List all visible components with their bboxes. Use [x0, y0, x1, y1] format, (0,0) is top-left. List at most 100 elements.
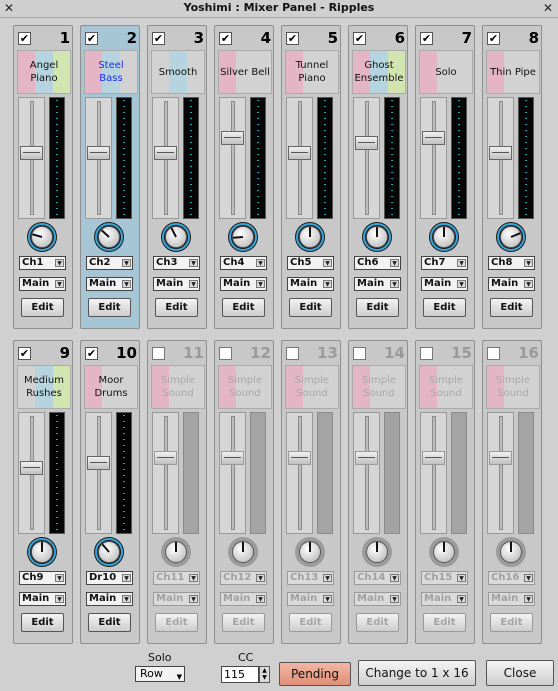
part-strip-7[interactable]: ✔ 7 Solo Ch7 ▼ Main ▼ Edit — [415, 25, 475, 329]
fader-handle[interactable] — [221, 131, 244, 145]
audio-output-select[interactable]: Main ▼ — [354, 277, 401, 291]
panning-knob[interactable] — [429, 537, 459, 567]
edit-button[interactable]: Edit — [356, 298, 399, 317]
panning-knob[interactable] — [27, 537, 57, 567]
midi-channel-select[interactable]: Ch8 ▼ — [488, 256, 535, 270]
title-bar[interactable]: ✕ Yoshimi : Mixer Panel - Ripples ✕ — [0, 0, 558, 18]
part-enable-checkbox[interactable]: ✔ — [420, 32, 433, 45]
midi-channel-select[interactable]: Ch16 ▼ — [488, 571, 535, 585]
part-strip-4[interactable]: ✔ 4 Silver Bell Ch4 ▼ Main ▼ Edit — [214, 25, 274, 329]
panning-knob[interactable] — [295, 222, 325, 252]
instrument-name-button[interactable]: Thin Pipe — [486, 50, 540, 94]
volume-fader[interactable] — [353, 412, 380, 534]
volume-fader[interactable] — [286, 412, 313, 534]
part-strip-12[interactable]: 12 Simple Sound Ch12 ▼ Main ▼ Edit — [214, 340, 274, 644]
midi-channel-select[interactable]: Ch1 ▼ — [19, 256, 66, 270]
volume-fader[interactable] — [18, 412, 45, 534]
part-enable-checkbox[interactable]: ✔ — [152, 32, 165, 45]
instrument-name-button[interactable]: Tunnel Piano — [285, 50, 339, 94]
audio-output-select[interactable]: Main ▼ — [153, 277, 200, 291]
midi-channel-select[interactable]: Dr10 ▼ — [86, 571, 133, 585]
cc-input[interactable]: 115 — [221, 666, 259, 683]
fader-handle[interactable] — [221, 451, 244, 465]
audio-output-select[interactable]: Main ▼ — [86, 592, 133, 606]
part-strip-11[interactable]: 11 Simple Sound Ch11 ▼ Main ▼ Edit — [147, 340, 207, 644]
audio-output-select[interactable]: Main ▼ — [421, 592, 468, 606]
midi-channel-select[interactable]: Ch9 ▼ — [19, 571, 66, 585]
fader-handle[interactable] — [154, 451, 177, 465]
part-enable-checkbox[interactable]: ✔ — [219, 32, 232, 45]
volume-fader[interactable] — [487, 97, 514, 219]
volume-fader[interactable] — [152, 412, 179, 534]
fader-handle[interactable] — [355, 136, 378, 150]
volume-fader[interactable] — [219, 97, 246, 219]
part-enable-checkbox[interactable] — [152, 347, 165, 360]
part-enable-checkbox[interactable] — [219, 347, 232, 360]
part-strip-13[interactable]: 13 Simple Sound Ch13 ▼ Main ▼ Edit — [281, 340, 341, 644]
instrument-name-button[interactable]: Solo — [419, 50, 473, 94]
edit-button[interactable]: Edit — [88, 298, 131, 317]
audio-output-select[interactable]: Main ▼ — [220, 592, 267, 606]
fader-handle[interactable] — [489, 146, 512, 160]
volume-fader[interactable] — [420, 412, 447, 534]
edit-button[interactable]: Edit — [289, 298, 332, 317]
panning-knob[interactable] — [161, 537, 191, 567]
pending-button[interactable]: Pending — [279, 662, 351, 686]
part-strip-14[interactable]: 14 Simple Sound Ch14 ▼ Main ▼ Edit — [348, 340, 408, 644]
part-strip-15[interactable]: 15 Simple Sound Ch15 ▼ Main ▼ Edit — [415, 340, 475, 644]
part-enable-checkbox[interactable] — [286, 347, 299, 360]
audio-output-select[interactable]: Main ▼ — [421, 277, 468, 291]
volume-fader[interactable] — [85, 412, 112, 534]
midi-channel-select[interactable]: Ch5 ▼ — [287, 256, 334, 270]
panning-knob[interactable] — [429, 222, 459, 252]
panning-knob[interactable] — [228, 222, 258, 252]
edit-button[interactable]: Edit — [222, 298, 265, 317]
part-enable-checkbox[interactable]: ✔ — [487, 32, 500, 45]
part-strip-3[interactable]: ✔ 3 Smooth Ch3 ▼ Main ▼ Edit — [147, 25, 207, 329]
instrument-name-button[interactable]: Simple Sound — [285, 365, 339, 409]
part-strip-10[interactable]: ✔ 10 Moor Drums Dr10 ▼ Main ▼ Edit — [80, 340, 140, 644]
solo-select[interactable]: Row ▼ — [135, 666, 185, 682]
instrument-name-button[interactable]: Steel Bass — [84, 50, 138, 94]
instrument-name-button[interactable]: Silver Bell — [218, 50, 272, 94]
part-strip-9[interactable]: ✔ 9 Medium Rushes Ch9 ▼ Main ▼ Edit — [13, 340, 73, 644]
panning-knob[interactable] — [94, 222, 124, 252]
audio-output-select[interactable]: Main ▼ — [488, 592, 535, 606]
midi-channel-select[interactable]: Ch3 ▼ — [153, 256, 200, 270]
audio-output-select[interactable]: Main ▼ — [19, 592, 66, 606]
fader-handle[interactable] — [355, 451, 378, 465]
part-enable-checkbox[interactable] — [420, 347, 433, 360]
panning-knob[interactable] — [295, 537, 325, 567]
volume-fader[interactable] — [353, 97, 380, 219]
midi-channel-select[interactable]: Ch4 ▼ — [220, 256, 267, 270]
panning-knob[interactable] — [362, 537, 392, 567]
instrument-name-button[interactable]: Simple Sound — [151, 365, 205, 409]
edit-button[interactable]: Edit — [423, 298, 466, 317]
volume-fader[interactable] — [286, 97, 313, 219]
part-enable-checkbox[interactable]: ✔ — [353, 32, 366, 45]
panning-knob[interactable] — [228, 537, 258, 567]
fader-handle[interactable] — [288, 146, 311, 160]
edit-button[interactable]: Edit — [356, 613, 399, 632]
fader-handle[interactable] — [20, 461, 43, 475]
part-enable-checkbox[interactable]: ✔ — [85, 347, 98, 360]
audio-output-select[interactable]: Main ▼ — [19, 277, 66, 291]
part-strip-2[interactable]: ✔ 2 Steel Bass Ch2 ▼ Main ▼ Edit — [80, 25, 140, 329]
part-enable-checkbox[interactable]: ✔ — [18, 32, 31, 45]
panning-knob[interactable] — [362, 222, 392, 252]
midi-channel-select[interactable]: Ch15 ▼ — [421, 571, 468, 585]
audio-output-select[interactable]: Main ▼ — [488, 277, 535, 291]
audio-output-select[interactable]: Main ▼ — [354, 592, 401, 606]
panning-knob[interactable] — [496, 537, 526, 567]
panning-knob[interactable] — [94, 537, 124, 567]
part-strip-6[interactable]: ✔ 6 Ghost Ensemble Ch6 ▼ Main ▼ Edit — [348, 25, 408, 329]
edit-button[interactable]: Edit — [155, 613, 198, 632]
panning-knob[interactable] — [161, 222, 191, 252]
volume-fader[interactable] — [219, 412, 246, 534]
midi-channel-select[interactable]: Ch6 ▼ — [354, 256, 401, 270]
edit-button[interactable]: Edit — [88, 613, 131, 632]
part-enable-checkbox[interactable]: ✔ — [18, 347, 31, 360]
fader-handle[interactable] — [87, 456, 110, 470]
panning-knob[interactable] — [27, 222, 57, 252]
close-button[interactable]: Close — [486, 660, 554, 686]
